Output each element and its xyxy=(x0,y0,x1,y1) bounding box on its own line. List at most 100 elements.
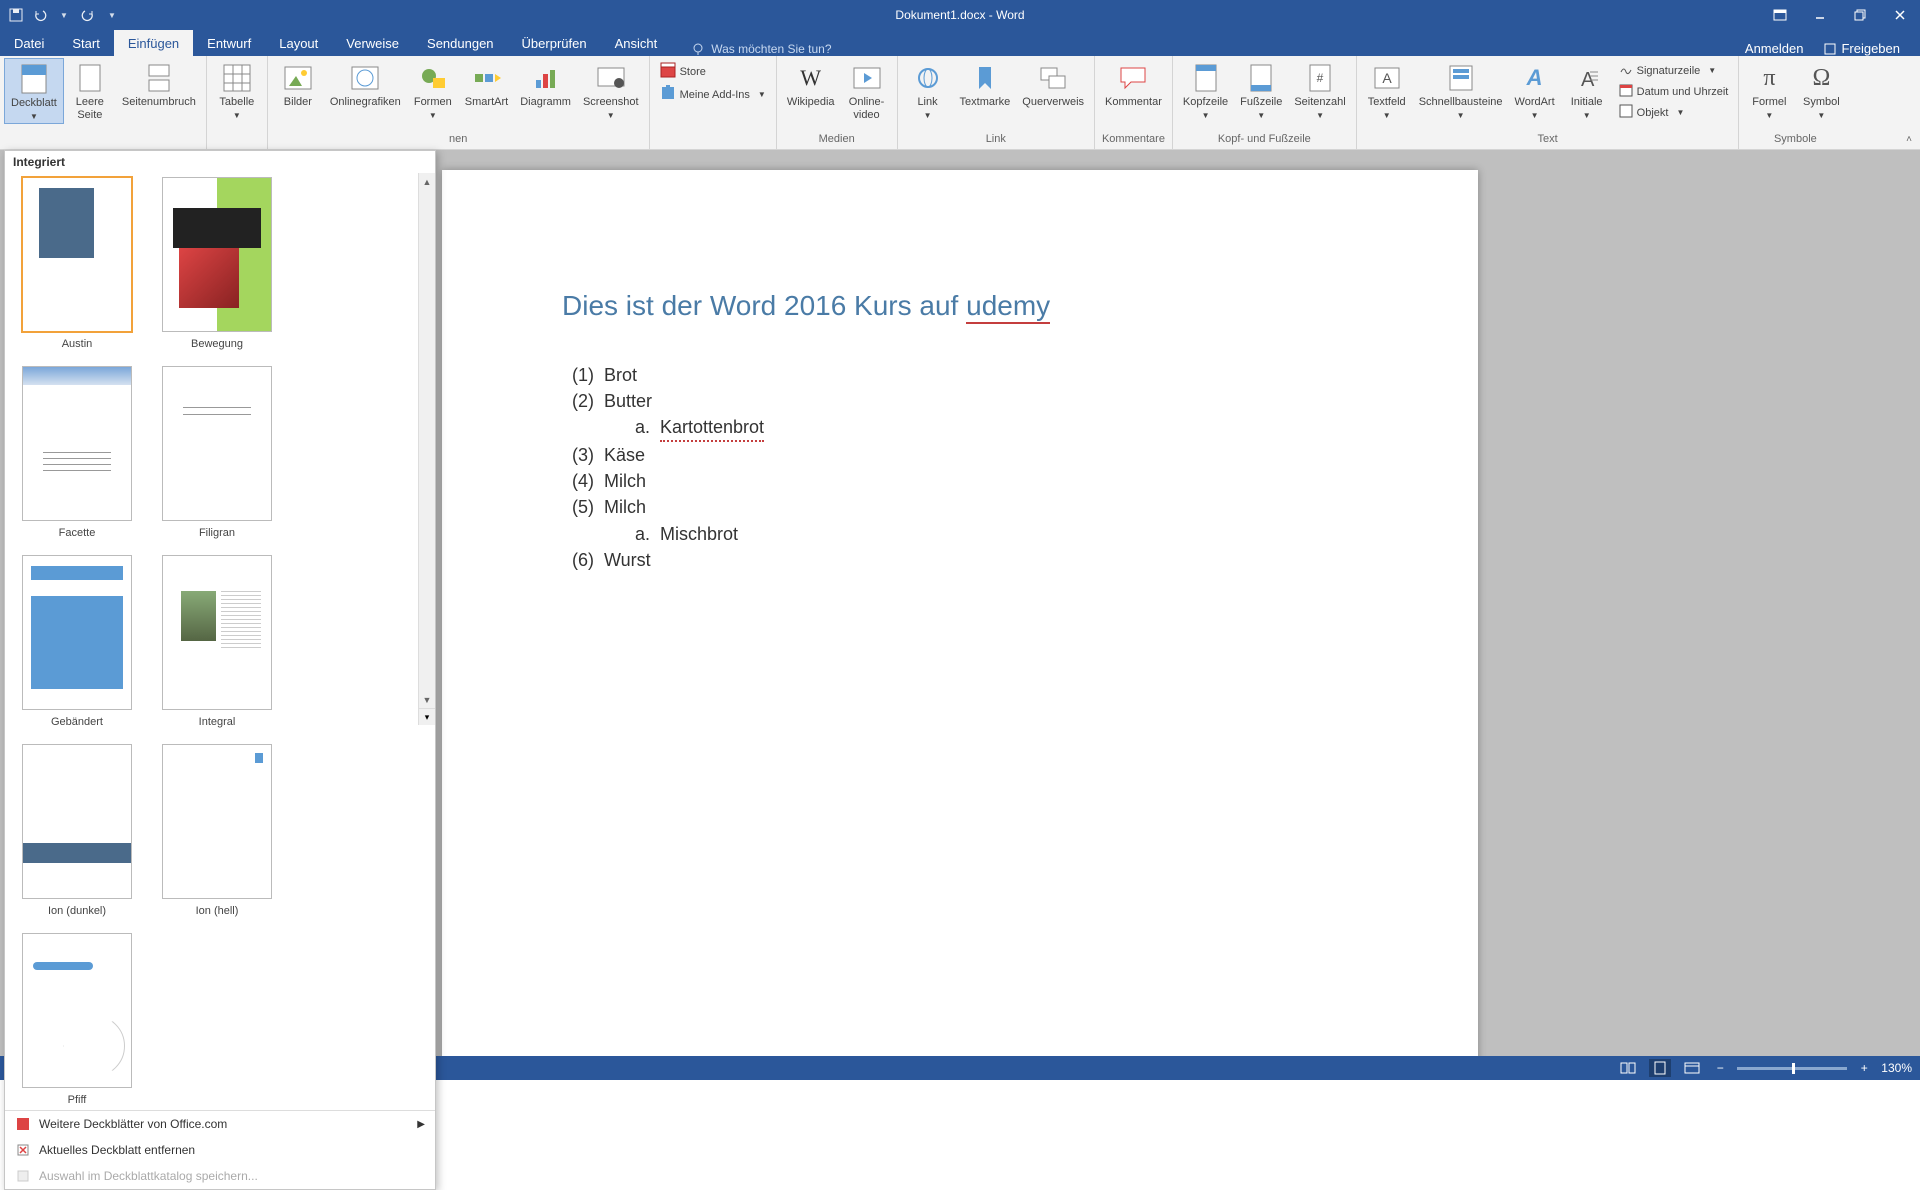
wikipedia-button[interactable]: WWikipedia xyxy=(781,58,841,109)
template-austin[interactable]: Austin xyxy=(17,177,137,350)
schnellbausteine-button[interactable]: Schnellbausteine▼ xyxy=(1413,58,1509,122)
tab-einfuegen[interactable]: Einfügen xyxy=(114,30,193,56)
template-facette-label: Facette xyxy=(59,527,96,539)
svg-text:A: A xyxy=(1382,70,1392,86)
collapse-ribbon-icon[interactable]: ˄ xyxy=(1906,134,1912,145)
scroll-up-icon[interactable]: ▲ xyxy=(419,173,435,190)
tab-ueberpruefen[interactable]: Überprüfen xyxy=(508,30,601,56)
zoom-in-icon[interactable]: + xyxy=(1857,1061,1871,1075)
seitenumbruch-button[interactable]: Seitenumbruch xyxy=(116,58,202,109)
template-pfiff[interactable]: Pfiff xyxy=(17,933,137,1106)
bilder-button[interactable]: Bilder xyxy=(272,58,324,109)
zoom-slider[interactable] xyxy=(1737,1067,1847,1070)
link-button[interactable]: Link▼ xyxy=(902,58,954,122)
remove-icon xyxy=(15,1142,31,1158)
smartart-button[interactable]: SmartArt xyxy=(459,58,514,109)
page[interactable]: Dies ist der Word 2016 Kurs auf udemy (1… xyxy=(442,170,1478,1056)
group-tabellen-label xyxy=(211,131,263,149)
wordart-button[interactable]: AWordArt▼ xyxy=(1509,58,1561,122)
tabelle-label: Tabelle xyxy=(219,96,254,109)
template-integral[interactable]: Integral xyxy=(157,555,277,728)
formen-label: Formen xyxy=(414,96,452,109)
tab-ansicht[interactable]: Ansicht xyxy=(601,30,672,56)
template-filigran[interactable]: Filigran xyxy=(157,366,277,539)
textfeld-label: Textfeld xyxy=(1368,96,1406,109)
scroll-more-icon[interactable]: ▾ xyxy=(419,708,435,725)
redo-icon[interactable] xyxy=(80,7,96,23)
formen-button[interactable]: Formen▼ xyxy=(407,58,459,122)
bookmark-icon xyxy=(969,62,1001,94)
tab-verweise[interactable]: Verweise xyxy=(332,30,413,56)
textfeld-button[interactable]: ATextfeld▼ xyxy=(1361,58,1413,122)
template-pfiff-label: Pfiff xyxy=(68,1094,87,1106)
deckblatt-button[interactable]: Deckblatt▼ xyxy=(4,58,64,124)
initiale-button[interactable]: AInitiale▼ xyxy=(1561,58,1613,122)
undo-icon[interactable] xyxy=(32,7,48,23)
table-icon xyxy=(221,62,253,94)
tab-entwurf[interactable]: Entwurf xyxy=(193,30,265,56)
save-icon[interactable] xyxy=(8,7,24,23)
sign-in-link[interactable]: Anmelden xyxy=(1745,41,1804,56)
restore-icon[interactable] xyxy=(1840,0,1880,30)
group-kopf: Kopfzeile▼ Fußzeile▼ #Seitenzahl▼ Kopf- … xyxy=(1173,56,1357,149)
tell-me-search[interactable]: Was möchten Sie tun? xyxy=(691,42,831,56)
screenshot-button[interactable]: Screenshot▼ xyxy=(577,58,645,122)
signaturzeile-button[interactable]: Signaturzeile▼ xyxy=(1619,62,1729,79)
diagramm-button[interactable]: Diagramm xyxy=(514,58,577,109)
template-gebaendert[interactable]: Gebändert xyxy=(17,555,137,728)
undo-dropdown-icon[interactable]: ▼ xyxy=(56,7,72,23)
close-icon[interactable] xyxy=(1880,0,1920,30)
tabelle-button[interactable]: Tabelle▼ xyxy=(211,58,263,122)
window-title: Dokument1.docx - Word xyxy=(895,8,1024,22)
template-bewegung[interactable]: Bewegung xyxy=(157,177,277,350)
tab-layout[interactable]: Layout xyxy=(265,30,332,56)
addins-icon xyxy=(660,85,676,104)
meine-addins-button[interactable]: Meine Add-Ins▼ xyxy=(660,85,766,104)
pictures-icon xyxy=(282,62,314,94)
template-austin-label: Austin xyxy=(62,338,93,350)
objekt-button[interactable]: Objekt▼ xyxy=(1619,104,1729,121)
more-label: Weitere Deckblätter von Office.com xyxy=(39,1117,227,1131)
zoom-level[interactable]: 130% xyxy=(1881,1061,1912,1075)
querverweis-label: Querverweis xyxy=(1022,96,1084,109)
web-layout-icon[interactable] xyxy=(1681,1059,1703,1077)
shapes-icon xyxy=(417,62,449,94)
tab-start[interactable]: Start xyxy=(58,30,113,56)
read-mode-icon[interactable] xyxy=(1617,1059,1639,1077)
lightbulb-icon xyxy=(691,42,705,56)
more-coverpages-item[interactable]: Weitere Deckblätter von Office.com▶ xyxy=(5,1111,435,1137)
symbol-button[interactable]: ΩSymbol▼ xyxy=(1795,58,1847,122)
video-label: Online-video xyxy=(849,96,884,122)
store-label: Store xyxy=(680,66,706,78)
share-button[interactable]: Freigeben xyxy=(1823,41,1900,56)
template-ion-hell[interactable]: Ion (hell) xyxy=(157,744,277,917)
onlinegrafiken-button[interactable]: Onlinegrafiken xyxy=(324,58,407,109)
onlinevideo-button[interactable]: Online-video xyxy=(841,58,893,122)
querverweis-button[interactable]: Querverweis xyxy=(1016,58,1090,109)
datum-button[interactable]: Datum und Uhrzeit xyxy=(1619,83,1729,100)
template-ion-dunkel[interactable]: Ion (dunkel) xyxy=(17,744,137,917)
scroll-down-icon[interactable]: ▼ xyxy=(419,691,435,708)
textmarke-button[interactable]: Textmarke xyxy=(954,58,1017,109)
formel-button[interactable]: πFormel▼ xyxy=(1743,58,1795,122)
qat-customize-icon[interactable]: ▼ xyxy=(104,7,120,23)
group-illustrationen-label: nen xyxy=(272,131,645,149)
group-link-label: Link xyxy=(902,131,1091,149)
group-symbole-label: Symbole xyxy=(1743,131,1847,149)
print-layout-icon[interactable] xyxy=(1649,1059,1671,1077)
store-button[interactable]: Store xyxy=(660,62,766,81)
tab-datei[interactable]: Datei xyxy=(0,30,58,56)
minimize-icon[interactable] xyxy=(1800,0,1840,30)
template-filigran-label: Filigran xyxy=(199,527,235,539)
gallery-scrollbar[interactable]: ▲ ▼ ▾ xyxy=(418,173,435,725)
kommentar-button[interactable]: Kommentar xyxy=(1099,58,1168,109)
tab-sendungen[interactable]: Sendungen xyxy=(413,30,508,56)
template-facette[interactable]: Facette xyxy=(17,366,137,539)
fusszeile-button[interactable]: Fußzeile▼ xyxy=(1234,58,1288,122)
remove-coverpage-item[interactable]: Aktuelles Deckblatt entfernen xyxy=(5,1137,435,1163)
kopfzeile-button[interactable]: Kopfzeile▼ xyxy=(1177,58,1234,122)
ribbon-display-icon[interactable] xyxy=(1760,0,1800,30)
seitenzahl-button[interactable]: #Seitenzahl▼ xyxy=(1288,58,1351,122)
leere-seite-button[interactable]: LeereSeite xyxy=(64,58,116,122)
zoom-out-icon[interactable]: − xyxy=(1713,1061,1727,1075)
